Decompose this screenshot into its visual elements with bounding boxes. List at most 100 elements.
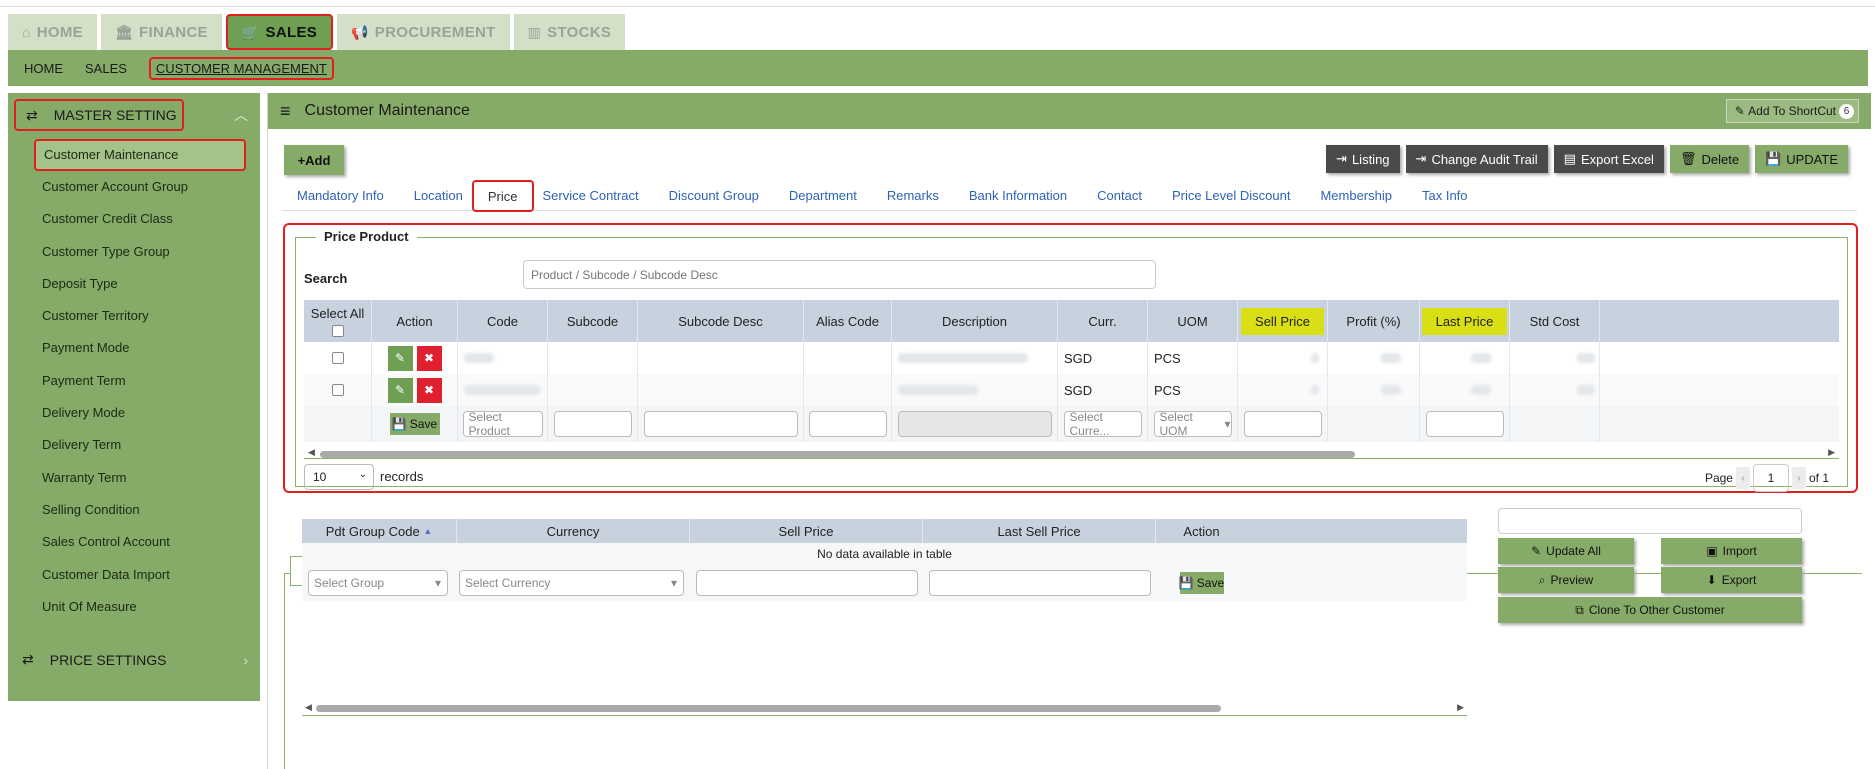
sidebar-item-delivery-term[interactable]: Delivery Term (8, 429, 260, 461)
main-content: ≡ Customer Maintenance ✎ Add To ShortCut… (267, 93, 1871, 769)
tab-location[interactable]: Location (399, 181, 478, 211)
audit-label: Change Audit Trail (1431, 151, 1538, 167)
edit-icon[interactable]: ✎ (387, 377, 413, 403)
col-profit[interactable]: Profit (%) (1328, 300, 1420, 342)
tab-price-level-discount[interactable]: Price Level Discount (1157, 181, 1306, 211)
tab-remarks[interactable]: Remarks (872, 181, 954, 211)
subnav-customer-management[interactable]: CUSTOMER MANAGEMENT (148, 56, 334, 80)
sidebar-item-unit-of-measure[interactable]: Unit Of Measure (8, 591, 260, 623)
update-button[interactable]: 💾 UPDATE (1755, 145, 1848, 173)
col-last-price[interactable]: Last Price (1420, 300, 1510, 342)
sidebar-item-payment-mode[interactable]: Payment Mode (8, 332, 260, 364)
select-all-checkbox[interactable] (331, 324, 344, 337)
scroll-right-icon[interactable]: ▶ (1828, 447, 1835, 458)
alias-code-input[interactable] (808, 411, 887, 437)
chevron-right-icon[interactable]: › (244, 653, 248, 668)
search-input[interactable] (523, 260, 1156, 289)
file-excel-icon: ▤ (1563, 151, 1576, 166)
product-select[interactable]: Select Product (462, 410, 543, 438)
tab-discount-group[interactable]: Discount Group (654, 181, 774, 211)
column-label: Subcode (566, 313, 619, 329)
pin-icon: ✎ (1734, 104, 1749, 118)
col-select-all[interactable]: Select All (304, 300, 372, 342)
module-tab-procurement[interactable]: 📢 PROCUREMENT (337, 14, 510, 50)
tab-bank-information[interactable]: Bank Information (954, 181, 1082, 211)
subnav-sales[interactable]: SALES (85, 61, 127, 76)
subcode-input[interactable] (553, 411, 632, 437)
sidebar-item-customer-territory[interactable]: Customer Territory (8, 300, 260, 332)
tab-price[interactable]: Price (471, 179, 534, 212)
sidebar-item-customer-credit-class[interactable]: Customer Credit Class (8, 203, 260, 235)
add-shortcut-button[interactable]: ✎ Add To ShortCut 6 (1725, 99, 1859, 123)
column-label: Curr. (1088, 313, 1117, 329)
row-checkbox[interactable] (331, 352, 344, 364)
price-product-fieldset: Price Product Search Select All Action C… (295, 229, 1848, 492)
sidebar-section-price-settings[interactable]: ⇄ PRICE SETTINGS (22, 651, 166, 668)
module-tab-stocks[interactable]: ▥ STOCKS (513, 14, 626, 50)
sidebar: ⇄ MASTER SETTING ︿ Customer Maintenance … (8, 93, 260, 701)
col-code[interactable]: Code (458, 300, 548, 342)
subnav-home[interactable]: HOME (24, 61, 63, 76)
home-icon: ⌂ (22, 24, 31, 40)
col-subcode-desc[interactable]: Subcode Desc (638, 300, 804, 342)
sidebar-item-deposit-type[interactable]: Deposit Type (8, 268, 260, 300)
col-alias-code[interactable]: Alias Code (804, 300, 892, 342)
uom-select[interactable]: Select UOM ▾ (1153, 410, 1232, 438)
sidebar-section-master-setting[interactable]: ⇄ MASTER SETTING (14, 99, 184, 131)
delete-button[interactable]: 🗑 Delete (1669, 145, 1750, 173)
sidebar-item-warranty-term[interactable]: Warranty Term (8, 462, 260, 494)
save-row-button[interactable]: 💾 Save (389, 413, 440, 435)
page-length-select[interactable]: 10 ⌄ (304, 464, 374, 490)
listing-button[interactable]: ⇥ Listing (1326, 145, 1400, 173)
tab-membership[interactable]: Membership (1305, 181, 1407, 211)
page-label: Page (1704, 471, 1733, 485)
col-sell-price[interactable]: Sell Price (1238, 300, 1328, 342)
sub-navigation: HOME SALES CUSTOMER MANAGEMENT (8, 50, 1868, 86)
subcode-desc-input[interactable] (643, 411, 798, 437)
sidebar-item-customer-account-group[interactable]: Customer Account Group (8, 171, 260, 203)
delete-icon[interactable]: ✖ (416, 345, 442, 371)
hamburger-icon[interactable]: ≡ (280, 101, 291, 122)
sidebar-item-selling-condition[interactable]: Selling Condition (8, 494, 260, 526)
tab-service-contract[interactable]: Service Contract (528, 181, 654, 211)
currency-select[interactable]: Select Curre... (1063, 410, 1142, 438)
module-tab-finance[interactable]: 🏛 FINANCE (100, 14, 222, 50)
chevron-up-icon[interactable]: ︿ (234, 105, 248, 125)
col-std-cost[interactable]: Std Cost (1510, 300, 1600, 342)
sidebar-item-delivery-mode[interactable]: Delivery Mode (8, 397, 260, 429)
sell-price-input[interactable] (1243, 411, 1322, 437)
col-uom[interactable]: UOM (1148, 300, 1238, 342)
sidebar-item-customer-maintenance[interactable]: Customer Maintenance (34, 139, 246, 171)
horizontal-scrollbar[interactable]: ◀ ▶ (304, 447, 1839, 459)
chevron-down-icon: ⌄ (358, 469, 367, 480)
sidebar-item-sales-control-account[interactable]: Sales Control Account (8, 526, 260, 558)
tab-department[interactable]: Department (774, 181, 872, 211)
search-label: Search (304, 271, 348, 286)
tab-contact[interactable]: Contact (1082, 181, 1157, 211)
col-description[interactable]: Description (892, 300, 1058, 342)
sidebar-section-label: MASTER SETTING (53, 107, 177, 123)
tab-tax-info[interactable]: Tax Info (1407, 181, 1483, 211)
col-subcode[interactable]: Subcode (548, 300, 638, 342)
module-tab-home[interactable]: ⌂ HOME (8, 14, 97, 50)
edit-icon[interactable]: ✎ (387, 345, 413, 371)
module-tab-sales[interactable]: 🛒 SALES (225, 14, 334, 50)
sidebar-item-payment-term[interactable]: Payment Term (8, 365, 260, 397)
sidebar-item-customer-type-group[interactable]: Customer Type Group (8, 236, 260, 268)
sign-out-icon: ⇥ (1415, 151, 1427, 166)
scrollbar-thumb[interactable] (320, 451, 1355, 458)
last-price-input[interactable] (1425, 411, 1504, 437)
prev-page-icon[interactable]: ‹ (1735, 467, 1750, 489)
col-currency[interactable]: Curr. (1058, 300, 1148, 342)
tab-mandatory-info[interactable]: Mandatory Info (282, 181, 399, 211)
scroll-left-icon[interactable]: ◀ (308, 447, 315, 458)
add-button[interactable]: +Add (284, 145, 344, 175)
export-excel-button[interactable]: ▤ Export Excel (1553, 145, 1664, 173)
delete-icon[interactable]: ✖ (416, 377, 442, 403)
page-number-input[interactable]: 1 (1752, 464, 1789, 492)
sidebar-item-customer-data-import[interactable]: Customer Data Import (8, 559, 260, 591)
change-audit-trail-button[interactable]: ⇥ Change Audit Trail (1405, 145, 1548, 173)
row-checkbox[interactable] (331, 384, 344, 396)
table-row: ✎ ✖ SGD PCS (304, 374, 1839, 406)
next-page-icon[interactable]: › (1791, 467, 1806, 489)
